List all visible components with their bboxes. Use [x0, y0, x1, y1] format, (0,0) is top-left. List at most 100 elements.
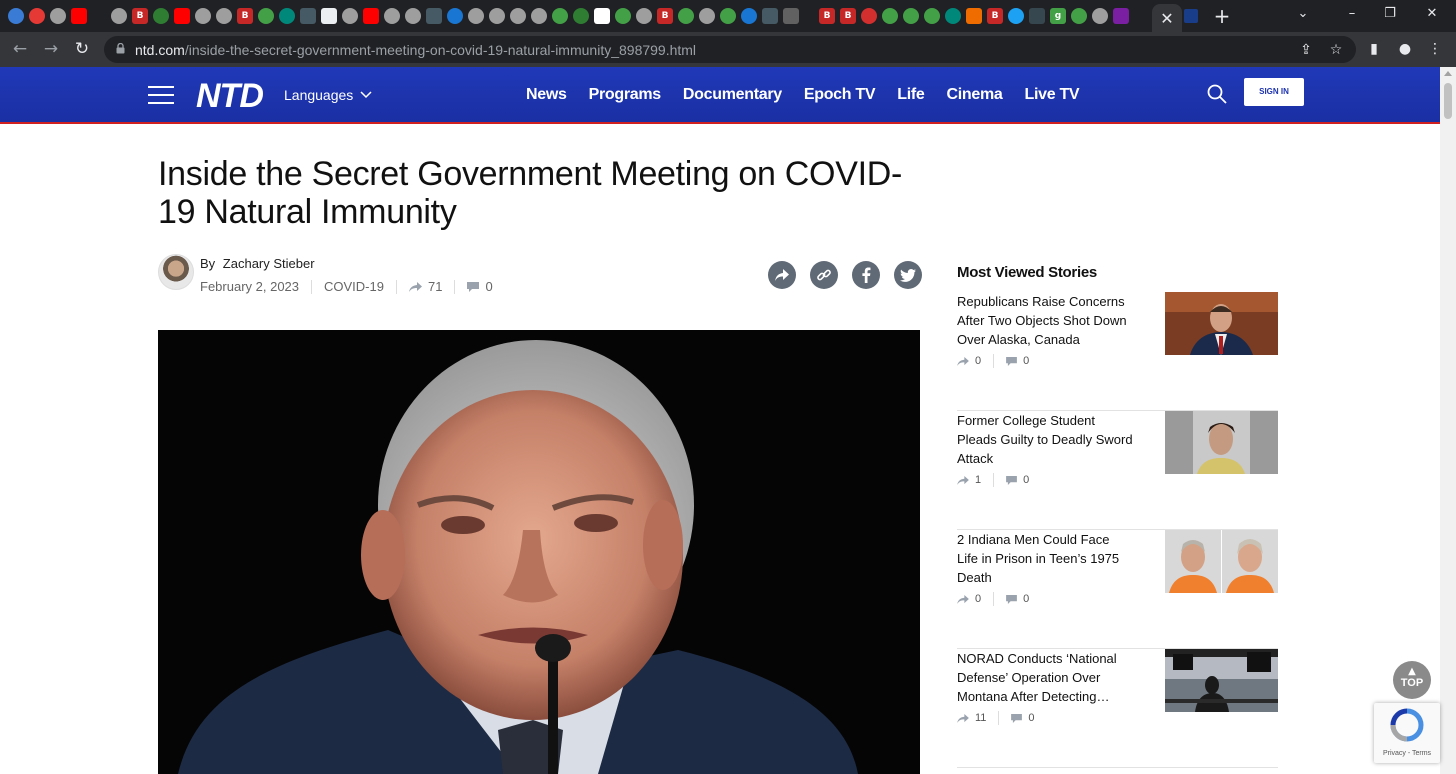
tab-favicon[interactable] — [195, 8, 211, 24]
bi-tab-icon[interactable]: B — [657, 8, 673, 24]
tab-favicon[interactable] — [966, 8, 982, 24]
browser-menu-icon[interactable]: ⋮ — [1425, 39, 1445, 59]
page-scrollbar[interactable] — [1440, 67, 1456, 774]
rumble-tab-icon[interactable] — [678, 8, 694, 24]
bi-tab-icon[interactable]: B — [132, 8, 148, 24]
tab-search-chevron-icon[interactable]: ⌄ — [1293, 6, 1313, 21]
minimize-window-button[interactable]: – — [1342, 6, 1362, 21]
tab-favicon[interactable] — [594, 8, 610, 24]
story-thumbnail[interactable] — [1165, 411, 1278, 474]
tab-favicon[interactable]: g — [1050, 8, 1066, 24]
tab-favicon[interactable] — [861, 8, 877, 24]
bi-tab-icon[interactable]: B — [237, 8, 253, 24]
comment-count[interactable]: 0 — [485, 279, 492, 294]
languages-dropdown[interactable]: Languages — [284, 87, 353, 103]
share-button[interactable] — [768, 261, 796, 289]
tab-favicon[interactable] — [426, 8, 442, 24]
bi-tab-icon[interactable]: B — [819, 8, 835, 24]
search-tab-icon[interactable] — [447, 8, 463, 24]
active-tab-close-button[interactable]: ✕ — [1152, 4, 1182, 32]
tab-favicon[interactable] — [783, 8, 799, 24]
rumble-tab-icon[interactable] — [1071, 8, 1087, 24]
most-viewed-story[interactable]: NORAD Conducts ‘National Defense’ Operat… — [957, 649, 1278, 768]
back-button[interactable]: ← — [9, 38, 31, 60]
bi-tab-icon[interactable]: B — [840, 8, 856, 24]
recaptcha-privacy-terms[interactable]: Privacy - Terms — [1374, 750, 1440, 757]
share-page-icon[interactable]: ⇪ — [1297, 41, 1315, 59]
search-tab-icon[interactable] — [741, 8, 757, 24]
tab-favicon[interactable] — [468, 8, 484, 24]
copy-link-button[interactable] — [810, 261, 838, 289]
tab-favicon[interactable] — [279, 8, 295, 24]
nav-epoch-tv[interactable]: Epoch TV — [804, 86, 876, 104]
rumble-tab-icon[interactable] — [258, 8, 274, 24]
tab-favicon[interactable] — [1113, 8, 1129, 24]
reload-button[interactable]: ↻ — [71, 38, 93, 60]
tab-favicon[interactable] — [153, 8, 169, 24]
tab-favicon[interactable] — [8, 8, 24, 24]
tab-favicon[interactable] — [111, 8, 127, 24]
tab-favicon[interactable] — [384, 8, 400, 24]
story-title[interactable]: 2 Indiana Men Could Face Life in Prison … — [957, 530, 1133, 587]
tab-favicon[interactable] — [945, 8, 961, 24]
tab-favicon[interactable] — [50, 8, 66, 24]
tab-favicon[interactable] — [699, 8, 715, 24]
nav-live-tv[interactable]: Live TV — [1025, 86, 1080, 104]
category-link[interactable]: COVID-19 — [324, 279, 384, 294]
story-title[interactable]: NORAD Conducts ‘National Defense’ Operat… — [957, 649, 1133, 706]
story-thumbnail[interactable] — [1165, 530, 1278, 593]
nav-life[interactable]: Life — [897, 86, 925, 104]
rumble-tab-icon[interactable] — [552, 8, 568, 24]
restore-window-button[interactable]: ❐ — [1380, 6, 1400, 21]
youtube-tab-icon[interactable] — [174, 8, 190, 24]
tab-favicon[interactable] — [1092, 8, 1108, 24]
profile-icon[interactable]: ● — [1395, 39, 1415, 59]
address-bar[interactable]: ntd.com/inside-the-secret-government-mee… — [104, 36, 1356, 63]
tab-favicon[interactable] — [762, 8, 778, 24]
search-icon[interactable] — [1207, 84, 1227, 104]
twitter-share-button[interactable] — [894, 261, 922, 289]
tab-favicon[interactable] — [636, 8, 652, 24]
tab-favicon[interactable] — [321, 8, 337, 24]
nav-news[interactable]: News — [526, 86, 567, 104]
tab-favicon[interactable] — [531, 8, 547, 24]
tab-favicon[interactable] — [216, 8, 232, 24]
sign-in-button[interactable]: SIGN IN — [1244, 78, 1304, 106]
side-panel-icon[interactable]: ▮ — [1364, 39, 1384, 59]
tab-favicon[interactable] — [489, 8, 505, 24]
tab-favicon[interactable] — [510, 8, 526, 24]
tab-favicon[interactable] — [1184, 9, 1198, 23]
most-viewed-story[interactable]: Republicans Raise Concerns After Two Obj… — [957, 292, 1278, 411]
nav-documentary[interactable]: Documentary — [683, 86, 782, 104]
nav-cinema[interactable]: Cinema — [947, 86, 1003, 104]
rumble-tab-icon[interactable] — [615, 8, 631, 24]
scrollbar-thumb[interactable] — [1444, 83, 1452, 119]
scroll-to-top-button[interactable]: ▲ TOP — [1393, 661, 1431, 699]
forward-button[interactable]: → — [40, 38, 62, 60]
most-viewed-story[interactable]: Former College Student Pleads Guilty to … — [957, 411, 1278, 530]
author-avatar[interactable] — [158, 254, 194, 290]
tab-favicon[interactable] — [1029, 8, 1045, 24]
scroll-up-arrow-icon[interactable] — [1444, 71, 1452, 76]
rumble-tab-icon[interactable] — [924, 8, 940, 24]
facebook-share-button[interactable] — [852, 261, 880, 289]
youtube-tab-icon[interactable] — [71, 8, 87, 24]
twitter-tab-icon[interactable] — [1008, 8, 1024, 24]
chevron-down-icon[interactable] — [360, 88, 372, 100]
story-thumbnail[interactable] — [1165, 649, 1278, 712]
menu-hamburger-icon[interactable] — [148, 86, 174, 104]
tab-favicon[interactable] — [573, 8, 589, 24]
tab-favicon[interactable] — [300, 8, 316, 24]
bookmark-star-icon[interactable]: ☆ — [1327, 41, 1345, 59]
tab-favicon[interactable] — [405, 8, 421, 24]
recaptcha-badge[interactable]: Privacy - Terms — [1374, 703, 1440, 763]
story-thumbnail[interactable] — [1165, 292, 1278, 355]
rumble-tab-icon[interactable] — [903, 8, 919, 24]
tab-favicon[interactable] — [29, 8, 45, 24]
author-link[interactable]: Zachary Stieber — [223, 256, 315, 271]
ntd-logo[interactable]: NTD — [196, 77, 264, 116]
youtube-tab-icon[interactable] — [363, 8, 379, 24]
story-title[interactable]: Former College Student Pleads Guilty to … — [957, 411, 1133, 468]
close-window-button[interactable]: ✕ — [1422, 6, 1442, 21]
bi-tab-icon[interactable]: B — [987, 8, 1003, 24]
